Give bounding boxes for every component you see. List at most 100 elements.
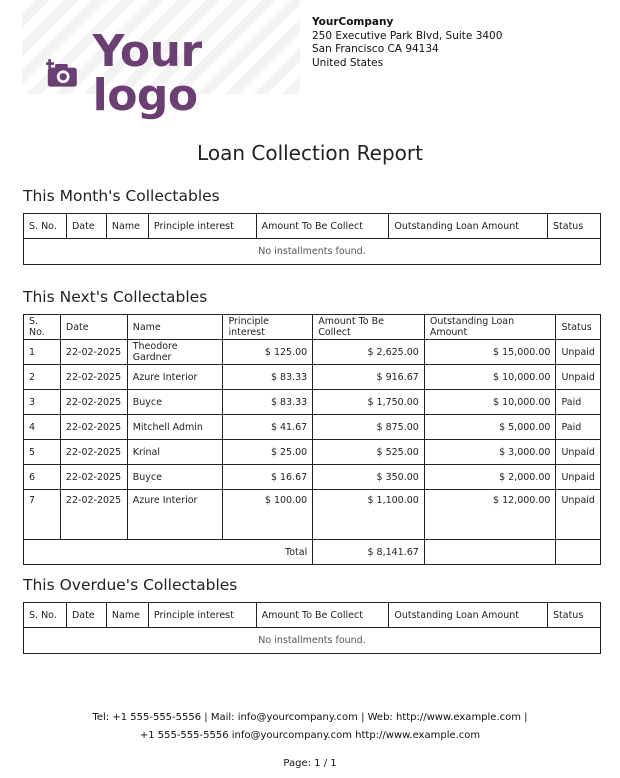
table-row: 5 22-02-2025 Krinal $ 25.00 $ 525.00 $ 3…: [23, 439, 601, 465]
cell-status: Paid: [555, 389, 601, 415]
table-row: 7 22-02-2025 Azure Interior $ 100.00 $ 1…: [23, 489, 601, 540]
cell-name: Buyce: [126, 464, 224, 490]
cell-date: 22-02-2025: [59, 389, 128, 415]
col-name: Name: [126, 314, 224, 340]
cell-outstanding: $ 2,000.00: [423, 464, 557, 490]
cell-outstanding: $ 3,000.00: [423, 439, 557, 465]
col-outstanding: Outstanding Loan Amount: [388, 602, 548, 628]
cell-sno: 4: [23, 414, 61, 440]
table-row: 3 22-02-2025 Buyce $ 83.33 $ 1,750.00 $ …: [23, 389, 601, 415]
col-name: Name: [105, 213, 149, 239]
cell-name: Azure Interior: [126, 364, 224, 390]
cell-name: Azure Interior: [126, 489, 224, 540]
col-sno: S. No.: [23, 314, 61, 340]
cell-sno: 6: [23, 464, 61, 490]
col-amount: Amount To Be Collect: [255, 213, 390, 239]
cell-outstanding: $ 12,000.00: [423, 489, 557, 540]
overdue-title: This Overdue's Collectables: [23, 576, 238, 594]
cell-sno: 5: [23, 439, 61, 465]
table-row: 4 22-02-2025 Mitchell Admin $ 41.67 $ 87…: [23, 414, 601, 440]
cell-sno: 1: [23, 339, 61, 365]
total-label: Total: [22, 539, 314, 565]
col-sno: S. No.: [23, 602, 67, 628]
cell-status: Unpaid: [555, 489, 601, 540]
table-header-row: S. No. Date Name Principle interest Amou…: [23, 314, 601, 340]
cell-date: 22-02-2025: [59, 464, 128, 490]
company-address: YourCompany 250 Executive Park Blvd, Sui…: [312, 16, 502, 70]
col-sno: S. No.: [23, 213, 67, 239]
col-principle: Principle interest: [147, 213, 257, 239]
cell-outstanding: $ 5,000.00: [423, 414, 557, 440]
cell-amount: $ 1,750.00: [312, 389, 425, 415]
cell-name: Theodore Gardner: [126, 339, 224, 365]
this-month-table: S. No. Date Name Principle interest Amou…: [23, 213, 601, 265]
cell-outstanding: $ 15,000.00: [423, 339, 557, 365]
col-amount: Amount To Be Collect: [255, 602, 390, 628]
table-header-row: S. No. Date Name Principle interest Amou…: [23, 213, 601, 239]
col-outstanding: Outstanding Loan Amount: [423, 314, 557, 340]
cell-outstanding: $ 10,000.00: [423, 364, 557, 390]
col-name: Name: [105, 602, 149, 628]
cell-status: Unpaid: [555, 339, 601, 365]
cell-status: Unpaid: [555, 439, 601, 465]
cell-principle: $ 125.00: [222, 339, 314, 365]
cell-date: 22-02-2025: [59, 339, 128, 365]
address-country: United States: [312, 56, 384, 69]
empty-message: No installments found.: [23, 238, 601, 265]
table-row: 6 22-02-2025 Buyce $ 16.67 $ 350.00 $ 2,…: [23, 464, 601, 490]
cell-principle: $ 16.67: [222, 464, 314, 490]
cell-status: Unpaid: [555, 364, 601, 390]
col-status: Status: [547, 602, 601, 628]
cell-principle: $ 25.00: [222, 439, 314, 465]
next-title: This Next's Collectables: [23, 288, 208, 306]
footer-contact-line-2: +1 555-555-5556 info@yourcompany.com htt…: [139, 730, 481, 741]
overdue-table: S. No. Date Name Principle interest Amou…: [23, 602, 601, 654]
cell-name: Krinal: [126, 439, 224, 465]
page-number: Page: 1 / 1: [283, 758, 337, 769]
cell-sno: 3: [23, 389, 61, 415]
cell-outstanding: $ 10,000.00: [423, 389, 557, 415]
cell-date: 22-02-2025: [59, 439, 128, 465]
address-line-2: San Francisco CA 94134: [312, 43, 439, 55]
col-date: Date: [59, 314, 128, 340]
table-row: 2 22-02-2025 Azure Interior $ 83.33 $ 91…: [23, 364, 601, 390]
cell-sno: 2: [23, 364, 61, 390]
cell-principle: $ 41.67: [222, 414, 314, 440]
cell-amount: $ 916.67: [312, 364, 425, 390]
col-status: Status: [555, 314, 601, 340]
col-outstanding: Outstanding Loan Amount: [388, 213, 548, 239]
col-status: Status: [547, 213, 601, 239]
col-principle: Principle interest: [147, 602, 257, 628]
report-title: Loan Collection Report: [197, 141, 423, 165]
cell-date: 22-02-2025: [59, 489, 128, 540]
footer-contact-line-1: Tel: +1 555-555-5556 | Mail: info@yourco…: [92, 712, 528, 723]
empty-message: No installments found.: [23, 627, 601, 654]
col-amount: Amount To Be Collect: [312, 314, 425, 340]
cell-name: Buyce: [126, 389, 224, 415]
cell-amount: $ 1,100.00: [312, 489, 425, 540]
cell-principle: $ 83.33: [222, 364, 314, 390]
col-date: Date: [65, 602, 107, 628]
cell-sno: 7: [23, 489, 61, 540]
col-date: Date: [65, 213, 107, 239]
table-header-row: S. No. Date Name Principle interest Amou…: [23, 602, 601, 628]
cell-principle: $ 100.00: [222, 489, 314, 540]
cell-amount: $ 525.00: [312, 439, 425, 465]
camera-plus-icon: [46, 59, 77, 87]
cell-amount: $ 350.00: [312, 464, 425, 490]
company-name: YourCompany: [312, 16, 394, 28]
address-line-1: 250 Executive Park Blvd, Suite 3400: [312, 29, 503, 42]
total-value: $ 8,141.67: [312, 539, 425, 565]
col-principle: Principle interest: [222, 314, 314, 340]
total-row: Total $ 8,141.67: [22, 539, 601, 565]
table-row: 1 22-02-2025 Theodore Gardner $ 125.00 $…: [23, 339, 601, 365]
logo-text: Your logo: [92, 26, 203, 121]
cell-status: Unpaid: [555, 464, 601, 490]
cell-status: Paid: [555, 414, 601, 440]
cell-date: 22-02-2025: [59, 364, 128, 390]
this-month-title: This Month's Collectables: [23, 187, 220, 205]
cell-name: Mitchell Admin: [126, 414, 224, 440]
cell-amount: $ 2,625.00: [312, 339, 425, 365]
cell-principle: $ 83.33: [222, 389, 314, 415]
next-table: S. No. Date Name Principle interest Amou…: [22, 314, 601, 565]
